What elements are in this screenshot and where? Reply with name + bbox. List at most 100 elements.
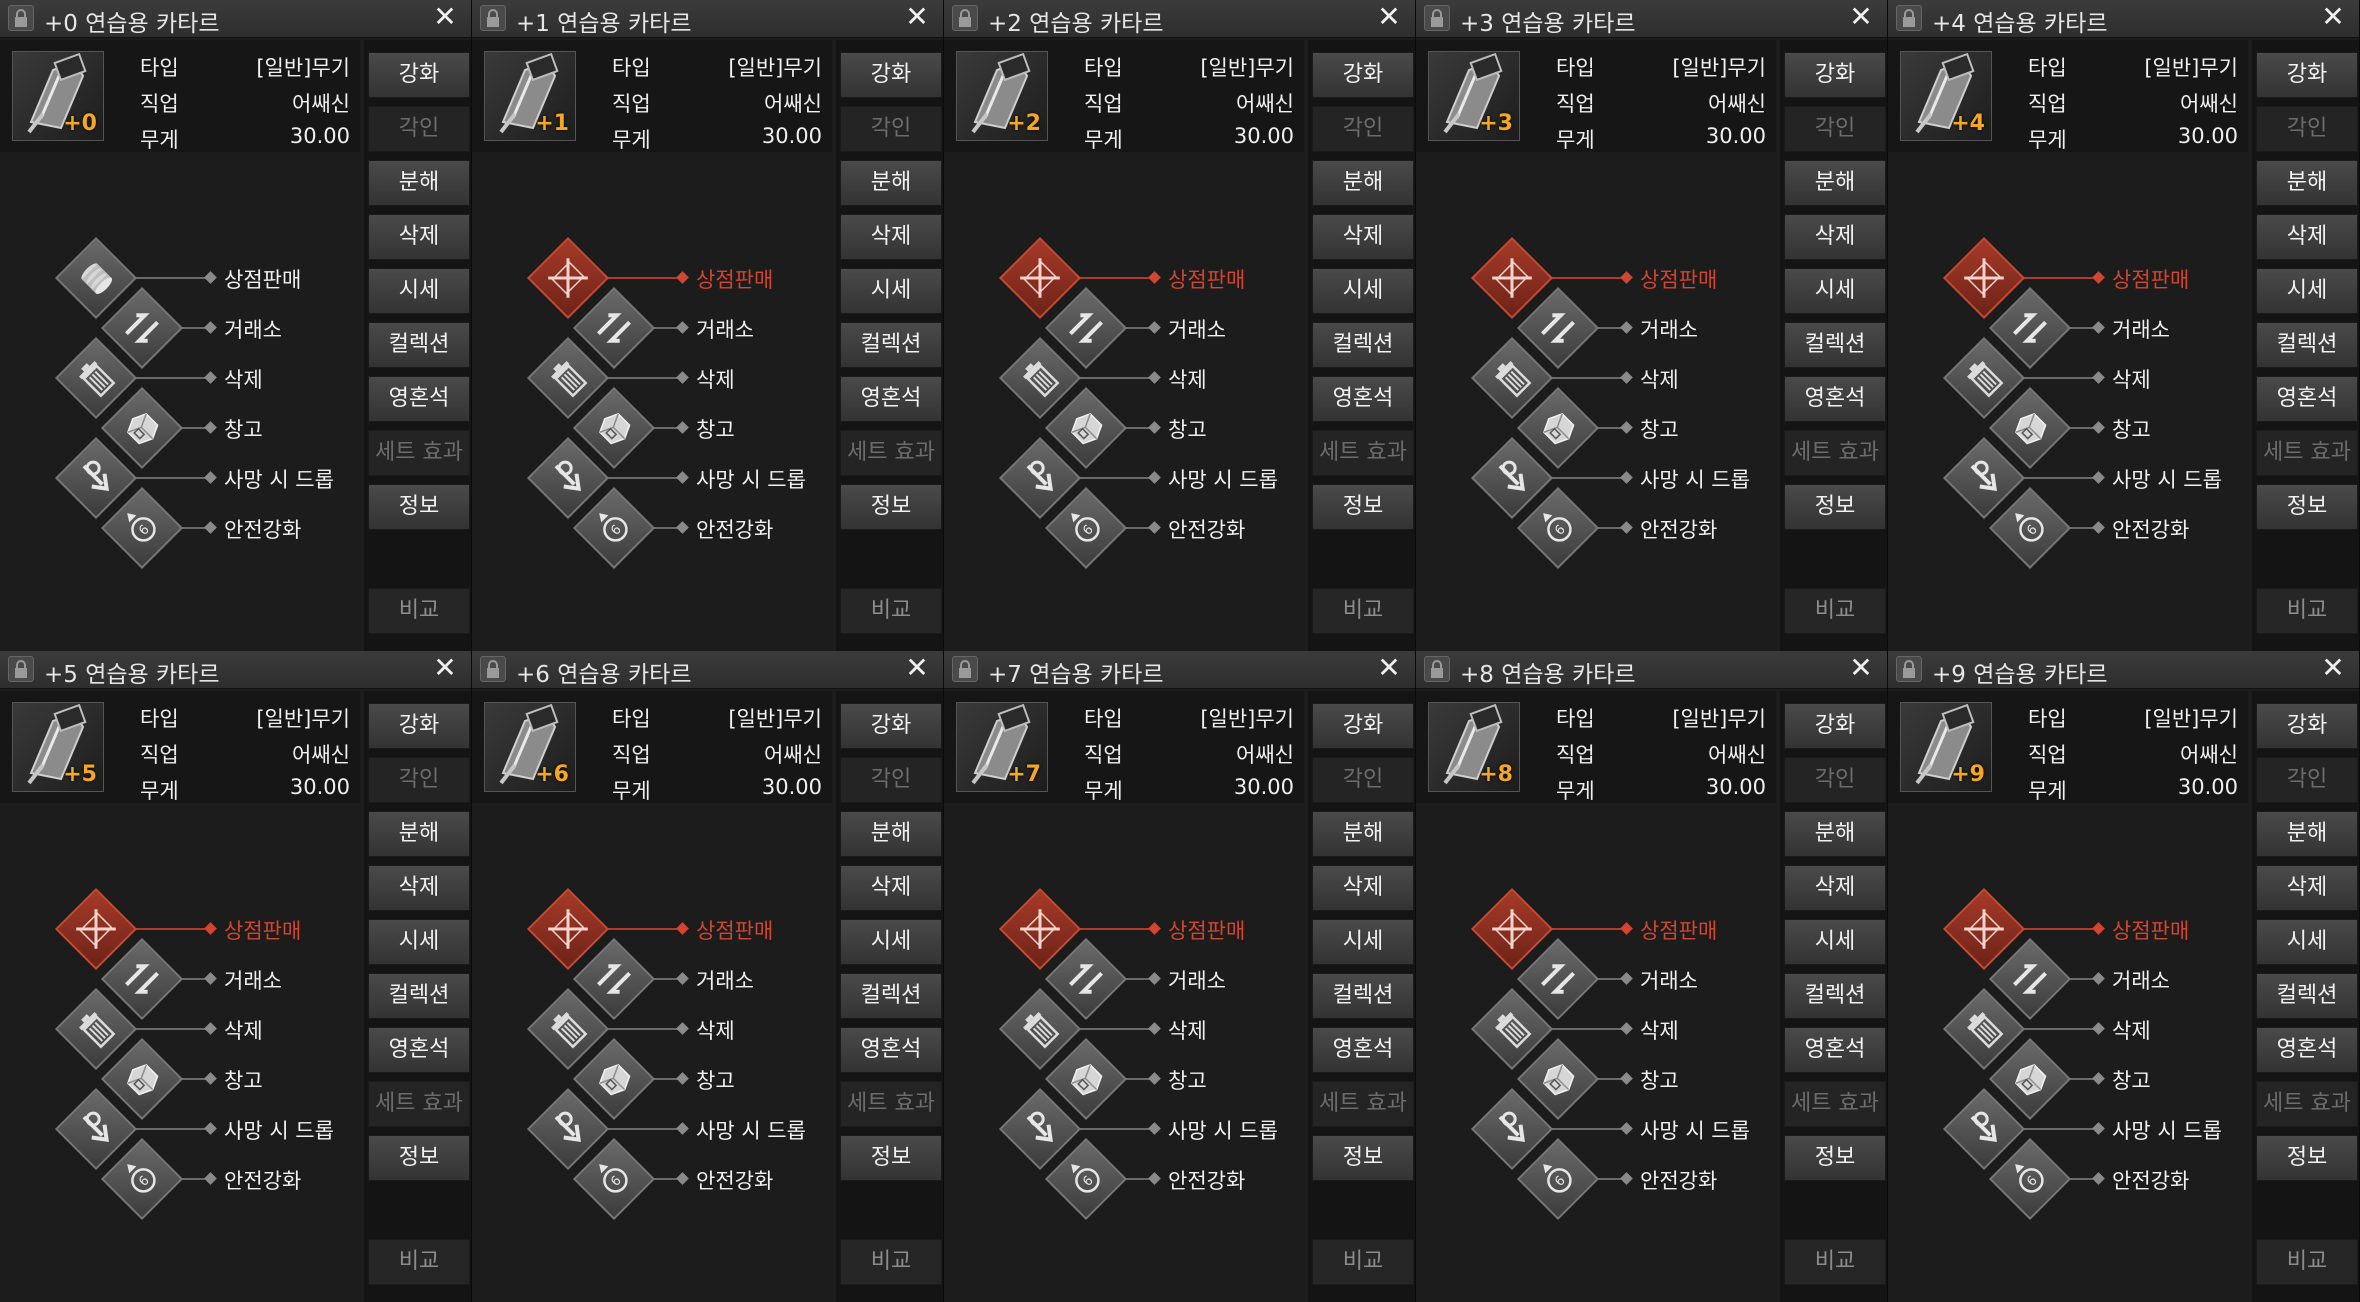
enhance-button[interactable]: 강화 <box>368 52 470 98</box>
lock-icon[interactable] <box>1896 5 1922 31</box>
soulstone-button[interactable]: 영혼석 <box>1312 376 1414 422</box>
collection-button[interactable]: 컬렉션 <box>1784 322 1886 368</box>
dismantle-button[interactable]: 분해 <box>1312 811 1414 857</box>
close-icon[interactable]: ✕ <box>2318 1 2348 33</box>
lock-icon[interactable] <box>8 656 34 682</box>
delete-button[interactable]: 삭제 <box>1784 214 1886 260</box>
delete-button[interactable]: 삭제 <box>840 865 942 911</box>
engrave-button[interactable]: 각인 <box>1784 757 1886 803</box>
collection-button[interactable]: 컬렉션 <box>368 973 470 1019</box>
set-effect-button[interactable]: 세트 효과 <box>368 430 470 476</box>
compare-button[interactable]: 비교 <box>840 1239 942 1285</box>
engrave-button[interactable]: 각인 <box>1312 757 1414 803</box>
info-button[interactable]: 정보 <box>368 484 470 530</box>
compare-button[interactable]: 비교 <box>840 588 942 634</box>
lock-icon[interactable] <box>1896 656 1922 682</box>
collection-button[interactable]: 컬렉션 <box>1784 973 1886 1019</box>
engrave-button[interactable]: 각인 <box>368 757 470 803</box>
enhance-button[interactable]: 강화 <box>1312 703 1414 749</box>
market-price-button[interactable]: 시세 <box>368 268 470 314</box>
delete-button[interactable]: 삭제 <box>2256 865 2358 911</box>
engrave-button[interactable]: 각인 <box>840 106 942 152</box>
collection-button[interactable]: 컬렉션 <box>368 322 470 368</box>
title-bar[interactable]: +9 연습용 카타르 ✕ <box>1888 651 2359 689</box>
compare-button[interactable]: 비교 <box>1312 588 1414 634</box>
dismantle-button[interactable]: 분해 <box>840 811 942 857</box>
title-bar[interactable]: +0 연습용 카타르 ✕ <box>0 0 471 38</box>
close-icon[interactable]: ✕ <box>430 1 460 33</box>
set-effect-button[interactable]: 세트 효과 <box>840 430 942 476</box>
soulstone-button[interactable]: 영혼석 <box>840 1027 942 1073</box>
info-button[interactable]: 정보 <box>840 484 942 530</box>
enhance-button[interactable]: 강화 <box>1784 52 1886 98</box>
set-effect-button[interactable]: 세트 효과 <box>1312 1081 1414 1127</box>
lock-icon[interactable] <box>1424 5 1450 31</box>
dismantle-button[interactable]: 분해 <box>1784 160 1886 206</box>
close-icon[interactable]: ✕ <box>1374 1 1404 33</box>
enhance-button[interactable]: 강화 <box>2256 52 2358 98</box>
dismantle-button[interactable]: 분해 <box>2256 811 2358 857</box>
soulstone-button[interactable]: 영혼석 <box>1312 1027 1414 1073</box>
market-price-button[interactable]: 시세 <box>2256 268 2358 314</box>
lock-icon[interactable] <box>480 5 506 31</box>
soulstone-button[interactable]: 영혼석 <box>2256 376 2358 422</box>
dismantle-button[interactable]: 분해 <box>1312 160 1414 206</box>
lock-icon[interactable] <box>480 656 506 682</box>
enhance-button[interactable]: 강화 <box>1312 52 1414 98</box>
market-price-button[interactable]: 시세 <box>1312 268 1414 314</box>
market-price-button[interactable]: 시세 <box>840 919 942 965</box>
collection-button[interactable]: 컬렉션 <box>840 973 942 1019</box>
market-price-button[interactable]: 시세 <box>1784 268 1886 314</box>
soulstone-button[interactable]: 영혼석 <box>368 376 470 422</box>
compare-button[interactable]: 비교 <box>2256 1239 2358 1285</box>
soulstone-button[interactable]: 영혼석 <box>2256 1027 2358 1073</box>
delete-button[interactable]: 삭제 <box>1312 865 1414 911</box>
lock-icon[interactable] <box>8 5 34 31</box>
delete-button[interactable]: 삭제 <box>1312 214 1414 260</box>
info-button[interactable]: 정보 <box>1312 484 1414 530</box>
info-button[interactable]: 정보 <box>840 1135 942 1181</box>
collection-button[interactable]: 컬렉션 <box>2256 973 2358 1019</box>
compare-button[interactable]: 비교 <box>368 1239 470 1285</box>
set-effect-button[interactable]: 세트 효과 <box>368 1081 470 1127</box>
soulstone-button[interactable]: 영혼석 <box>840 376 942 422</box>
market-price-button[interactable]: 시세 <box>1784 919 1886 965</box>
dismantle-button[interactable]: 분해 <box>840 160 942 206</box>
dismantle-button[interactable]: 분해 <box>368 160 470 206</box>
close-icon[interactable]: ✕ <box>902 1 932 33</box>
title-bar[interactable]: +1 연습용 카타르 ✕ <box>472 0 943 38</box>
info-button[interactable]: 정보 <box>1784 484 1886 530</box>
close-icon[interactable]: ✕ <box>1846 1 1876 33</box>
set-effect-button[interactable]: 세트 효과 <box>1312 430 1414 476</box>
title-bar[interactable]: +2 연습용 카타르 ✕ <box>944 0 1415 38</box>
delete-button[interactable]: 삭제 <box>1784 865 1886 911</box>
lock-icon[interactable] <box>952 5 978 31</box>
close-icon[interactable]: ✕ <box>1846 652 1876 684</box>
set-effect-button[interactable]: 세트 효과 <box>2256 430 2358 476</box>
collection-button[interactable]: 컬렉션 <box>1312 973 1414 1019</box>
compare-button[interactable]: 비교 <box>1784 588 1886 634</box>
engrave-button[interactable]: 각인 <box>368 106 470 152</box>
soulstone-button[interactable]: 영혼석 <box>368 1027 470 1073</box>
set-effect-button[interactable]: 세트 효과 <box>1784 430 1886 476</box>
engrave-button[interactable]: 각인 <box>2256 106 2358 152</box>
close-icon[interactable]: ✕ <box>902 652 932 684</box>
delete-button[interactable]: 삭제 <box>840 214 942 260</box>
dismantle-button[interactable]: 분해 <box>1784 811 1886 857</box>
dismantle-button[interactable]: 분해 <box>2256 160 2358 206</box>
info-button[interactable]: 정보 <box>2256 484 2358 530</box>
enhance-button[interactable]: 강화 <box>1784 703 1886 749</box>
enhance-button[interactable]: 강화 <box>2256 703 2358 749</box>
delete-button[interactable]: 삭제 <box>2256 214 2358 260</box>
info-button[interactable]: 정보 <box>2256 1135 2358 1181</box>
engrave-button[interactable]: 각인 <box>2256 757 2358 803</box>
collection-button[interactable]: 컬렉션 <box>1312 322 1414 368</box>
compare-button[interactable]: 비교 <box>1784 1239 1886 1285</box>
close-icon[interactable]: ✕ <box>430 652 460 684</box>
title-bar[interactable]: +7 연습용 카타르 ✕ <box>944 651 1415 689</box>
title-bar[interactable]: +5 연습용 카타르 ✕ <box>0 651 471 689</box>
enhance-button[interactable]: 강화 <box>840 703 942 749</box>
dismantle-button[interactable]: 분해 <box>368 811 470 857</box>
title-bar[interactable]: +4 연습용 카타르 ✕ <box>1888 0 2359 38</box>
engrave-button[interactable]: 각인 <box>1312 106 1414 152</box>
